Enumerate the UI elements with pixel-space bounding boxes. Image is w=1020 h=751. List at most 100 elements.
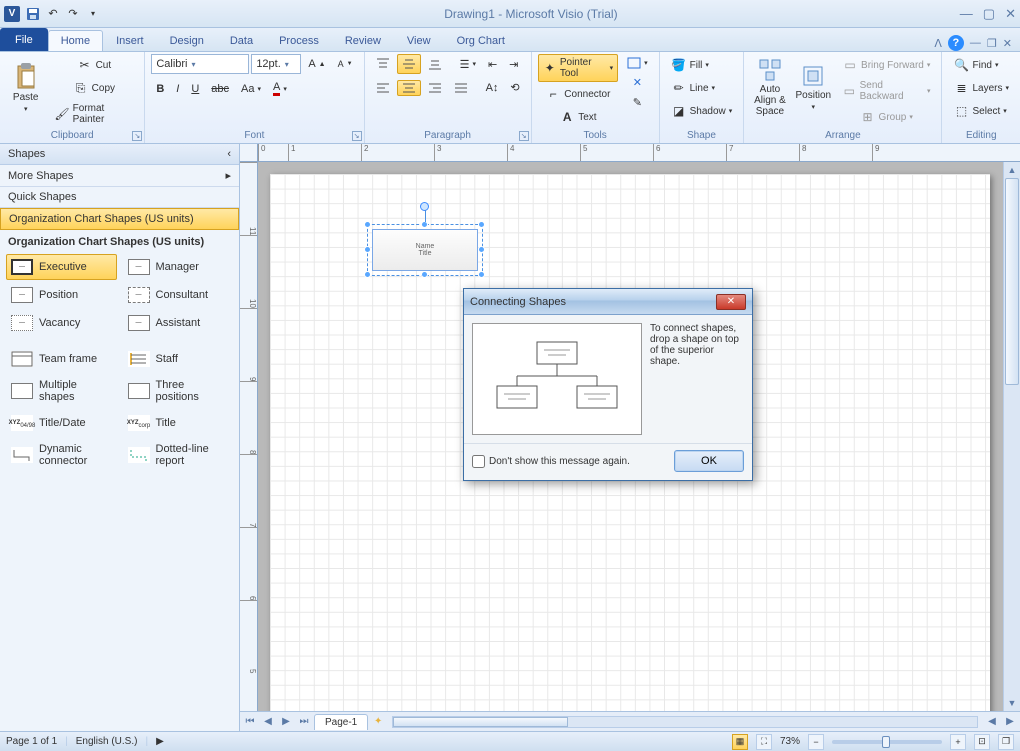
shape-staff[interactable]: Staff [123, 346, 234, 372]
shape-titledate[interactable]: XYZ04/98Title/Date [6, 410, 117, 436]
undo-icon[interactable]: ↶ [44, 5, 62, 23]
last-page-icon[interactable]: ⏭ [296, 714, 312, 730]
shadow-button[interactable]: ◪Shadow▾ [666, 100, 738, 122]
language-indicator[interactable]: English (U.S.) [76, 736, 138, 747]
first-page-icon[interactable]: ⏮ [242, 714, 258, 730]
dont-show-checkbox-input[interactable] [472, 455, 485, 468]
dialog-close-button[interactable]: ✕ [716, 294, 746, 310]
strikethrough-button[interactable]: abc [206, 80, 234, 98]
resize-handle-se[interactable] [478, 271, 485, 278]
shape-consultant[interactable]: —Consultant [123, 282, 234, 308]
resize-handle-n[interactable] [421, 221, 428, 228]
position-button[interactable]: Position▾ [794, 54, 833, 120]
tab-home[interactable]: Home [48, 30, 103, 51]
align-top-button[interactable] [371, 54, 395, 74]
ok-button[interactable]: OK [674, 450, 744, 472]
normal-view-button[interactable]: ▦ [732, 734, 748, 750]
decrease-indent-button[interactable]: ⇤ [483, 55, 502, 74]
more-shapes-row[interactable]: More Shapes▸ [0, 165, 239, 187]
horizontal-scrollbar[interactable] [392, 716, 978, 728]
minimize-ribbon-icon[interactable]: ᐱ [934, 37, 942, 50]
clipboard-launcher[interactable]: ↘ [132, 131, 142, 141]
align-middle-button[interactable] [397, 54, 421, 74]
connector-button[interactable]: ⌐Connector [538, 83, 618, 105]
justify-button[interactable] [449, 80, 473, 96]
shape-manager[interactable]: —Manager [123, 254, 234, 280]
executive-shape-instance[interactable]: Name Title [372, 229, 478, 271]
shrink-font-button[interactable]: A▼ [333, 56, 358, 72]
shapes-panel-header[interactable]: Shapes‹ [0, 144, 239, 165]
page-tab-1[interactable]: Page-1 [314, 714, 368, 730]
fullscreen-view-button[interactable]: ⛶ [756, 734, 772, 750]
scroll-right-icon[interactable]: ▶ [1002, 714, 1018, 730]
italic-button[interactable]: I [171, 80, 184, 98]
switch-windows-button[interactable]: ❐ [998, 734, 1014, 750]
align-bottom-button[interactable] [423, 54, 447, 74]
zoom-slider-thumb[interactable] [882, 736, 890, 748]
quick-shapes-row[interactable]: Quick Shapes [0, 187, 239, 208]
dont-show-again-checkbox[interactable]: Don't show this message again. [472, 455, 630, 468]
shape-multiple[interactable]: Multiple shapes [6, 374, 117, 408]
tab-orgchart[interactable]: Org Chart [444, 30, 518, 51]
help-icon[interactable]: ? [948, 35, 964, 51]
rectangle-tool-button[interactable]: ▾ [622, 54, 653, 72]
maximize-icon[interactable]: ▢ [983, 6, 995, 22]
shape-dotted-report[interactable]: Dotted-line report [123, 438, 234, 472]
format-painter-button[interactable]: 🖌Format Painter [49, 100, 138, 128]
tab-review[interactable]: Review [332, 30, 394, 51]
align-left-button[interactable] [371, 80, 395, 96]
autoalign-button[interactable]: Auto Align & Space [750, 54, 789, 120]
zoom-level[interactable]: 73% [780, 736, 800, 747]
shape-teamframe[interactable]: Team frame [6, 346, 117, 372]
font-family-combo[interactable]: Calibri▾ [151, 54, 249, 74]
new-page-icon[interactable]: ✦ [370, 714, 386, 730]
tab-insert[interactable]: Insert [103, 30, 157, 51]
resize-handle-w[interactable] [364, 246, 371, 253]
tab-process[interactable]: Process [266, 30, 332, 51]
bullets-button[interactable]: ☰▾ [455, 55, 481, 74]
resize-handle-sw[interactable] [364, 271, 371, 278]
underline-button[interactable]: U [186, 80, 204, 98]
paste-button[interactable]: Paste ▾ [6, 54, 45, 120]
zoom-out-button[interactable]: − [808, 734, 824, 750]
text-direction-button[interactable]: A↕ [481, 79, 504, 97]
layers-button[interactable]: ≣Layers▾ [948, 77, 1014, 99]
fill-button[interactable]: 🪣Fill▾ [666, 54, 714, 76]
shape-vacancy[interactable]: —Vacancy [6, 310, 117, 336]
tab-design[interactable]: Design [157, 30, 217, 51]
copy-button[interactable]: ⎘Copy [49, 77, 138, 99]
close-icon[interactable]: ✕ [1005, 6, 1016, 22]
scroll-left-icon[interactable]: ◀ [984, 714, 1000, 730]
font-launcher[interactable]: ↘ [352, 131, 362, 141]
bring-forward-button[interactable]: ▭Bring Forward▾ [837, 54, 936, 76]
send-backward-button[interactable]: ▭Send Backward▾ [837, 77, 936, 105]
window-min-icon[interactable]: — [970, 37, 981, 49]
scroll-up-icon[interactable]: ▲ [1004, 162, 1020, 178]
zoom-in-button[interactable]: + [950, 734, 966, 750]
rotate-text-button[interactable]: ⟲ [505, 78, 524, 97]
save-icon[interactable] [24, 5, 42, 23]
group-button[interactable]: ⊞Group▾ [837, 106, 936, 128]
hscroll-thumb[interactable] [393, 717, 568, 727]
resize-handle-e[interactable] [478, 246, 485, 253]
tab-file[interactable]: File [0, 28, 48, 51]
qat-more-icon[interactable]: ▾ [84, 5, 102, 23]
vscroll-track[interactable] [1004, 178, 1020, 695]
crop-tool-button[interactable]: ✎ [622, 93, 653, 112]
redo-icon[interactable]: ↷ [64, 5, 82, 23]
minimize-icon[interactable]: — [960, 6, 973, 22]
resize-handle-ne[interactable] [478, 221, 485, 228]
scroll-down-icon[interactable]: ▼ [1004, 695, 1020, 711]
window-close-icon[interactable]: ✕ [1003, 37, 1012, 50]
find-button[interactable]: 🔍Find▾ [948, 54, 1003, 76]
shape-dynamic-connector[interactable]: Dynamic connector [6, 438, 117, 472]
align-right-button[interactable] [423, 80, 447, 96]
next-page-icon[interactable]: ▶ [278, 714, 294, 730]
fit-page-button[interactable]: ⊡ [974, 734, 990, 750]
shape-assistant[interactable]: —Assistant [123, 310, 234, 336]
align-center-button[interactable] [397, 80, 421, 96]
font-color-button[interactable]: A▾ [268, 78, 292, 99]
change-case-button[interactable]: Aa▾ [236, 80, 266, 98]
bold-button[interactable]: B [151, 80, 169, 98]
increase-indent-button[interactable]: ⇥ [504, 55, 523, 74]
